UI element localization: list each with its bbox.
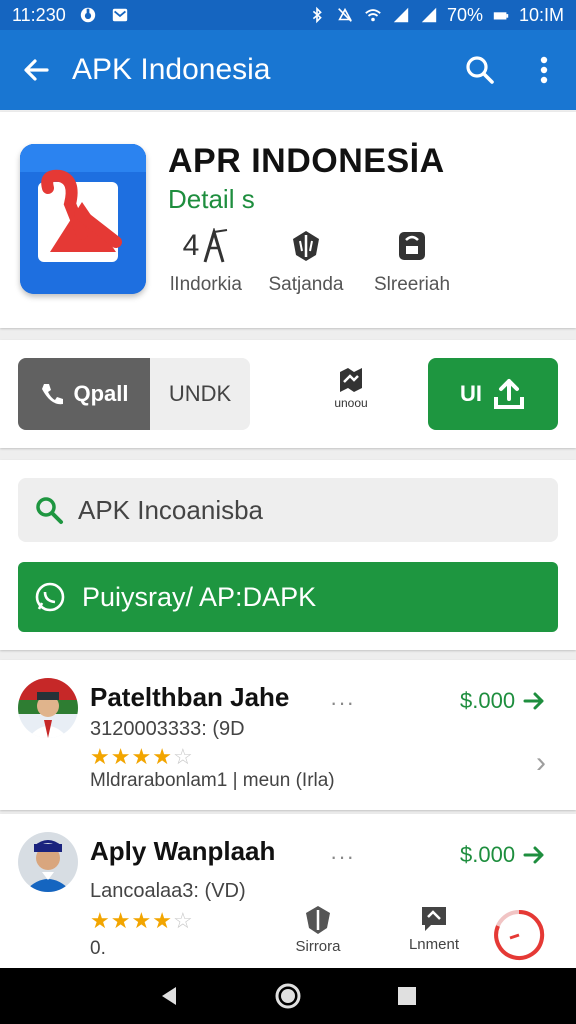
list-item-description: Mldrarabonlam1 | meun (Irla) xyxy=(90,770,335,791)
star-icon: ★ xyxy=(110,908,132,933)
comment-action-label: Lnment xyxy=(408,936,460,953)
size-icon xyxy=(397,224,427,268)
rating-value: 4 xyxy=(182,229,200,262)
list-item-description: 0. xyxy=(90,938,106,959)
page-title: APK Indonesia xyxy=(72,53,271,86)
triangle-back-icon xyxy=(162,987,177,1005)
more-vert-icon xyxy=(540,56,548,84)
list-item[interactable]: Patelthban Jahe 3120003333: (9D ★★★★☆ Ml… xyxy=(0,660,576,810)
shield-action-button[interactable]: Sirrora xyxy=(260,904,376,968)
list-item-title: Patelthban Jahe xyxy=(90,682,290,712)
mid-action-button[interactable]: unoou xyxy=(316,366,386,410)
star-icon: ★ xyxy=(90,908,111,933)
map-icon xyxy=(340,368,362,392)
mail-icon xyxy=(110,6,130,24)
wifi-icon xyxy=(363,6,383,24)
undo-segment[interactable]: UNDK xyxy=(150,358,250,430)
status-time-left: 11:230 xyxy=(12,4,66,25)
signal-icon xyxy=(419,6,439,24)
stat-rating: 4 lIndorkia xyxy=(166,224,246,296)
stat-shield: Satjanda xyxy=(266,224,346,296)
search-box[interactable] xyxy=(18,478,558,542)
system-nav-bar xyxy=(0,968,576,1024)
primary-action-label: Puiysray/ AP:DAPK xyxy=(82,581,317,612)
shield-action-label: Sirrora xyxy=(295,938,341,955)
square-recents-icon xyxy=(397,987,416,1005)
install-button[interactable]: UI xyxy=(428,358,558,430)
actions-card: Qpall UNDK unoou UI xyxy=(0,340,576,448)
list-item-subtitle: Lancoalaa3: (VD) xyxy=(90,880,246,902)
search-card: Puiysray/ AP:DAPK xyxy=(0,460,576,650)
call-segment-label: Qpall xyxy=(73,381,129,406)
search-icon xyxy=(36,497,63,524)
stat-size: Slreeriah xyxy=(370,224,454,296)
more-horiz-icon[interactable]: ··· xyxy=(330,844,355,870)
star-icon: ★ xyxy=(152,908,173,933)
app-header-card: APR INDONESİA Detail s 4 lIndorkia Satja… xyxy=(0,112,576,328)
search-button[interactable] xyxy=(448,30,512,110)
stat-label: lIndorkia xyxy=(170,274,242,295)
stat-label: Slreeriah xyxy=(373,274,451,295)
avatar xyxy=(18,678,78,738)
install-button-label: UI xyxy=(460,381,482,406)
progress-ring-icon xyxy=(492,908,546,962)
app-name: APR INDONESİA xyxy=(168,142,445,180)
chevron-right-icon[interactable]: › xyxy=(536,746,546,780)
star-icon: ★ xyxy=(131,744,153,769)
search-input[interactable] xyxy=(78,494,518,526)
arrow-right-icon xyxy=(523,846,544,864)
status-bar: 11:230 70% 10:IM xyxy=(0,0,576,30)
shield-icon xyxy=(290,224,322,268)
battery-icon xyxy=(491,6,511,24)
bluetooth-icon xyxy=(307,6,327,24)
phone-icon xyxy=(42,384,64,405)
search-icon xyxy=(466,56,494,84)
back-arrow-icon xyxy=(24,59,49,81)
app-bar: APK Indonesia xyxy=(0,30,576,110)
star-icon: ★ xyxy=(131,908,153,933)
rating-stars: ★★★★☆ xyxy=(90,744,194,770)
nav-home-button[interactable] xyxy=(268,976,308,1016)
star-icon: ★ xyxy=(90,744,111,769)
star-empty-icon: ☆ xyxy=(172,744,194,769)
star-empty-icon: ☆ xyxy=(172,908,194,933)
arrow-right-icon xyxy=(523,692,544,710)
price-link[interactable]: $.000 xyxy=(460,842,545,868)
battery-percent: 70% xyxy=(446,4,483,25)
status-time-right: 10:IM xyxy=(518,4,564,25)
list-item-subtitle: 3120003333: (9D xyxy=(90,718,245,740)
upload-icon xyxy=(494,379,524,409)
mute-icon xyxy=(335,6,355,24)
stat-label: Satjanda xyxy=(268,274,344,295)
comment-action-button[interactable]: Lnment xyxy=(376,904,492,968)
circle-home-icon xyxy=(275,983,301,1009)
segmented-control: Qpall UNDK xyxy=(18,358,250,430)
nav-recents-button[interactable] xyxy=(387,976,427,1016)
avatar xyxy=(18,832,78,892)
app-detail-link[interactable]: Detail s xyxy=(168,184,255,215)
shield-icon xyxy=(306,906,330,934)
more-horiz-icon[interactable]: ··· xyxy=(330,690,355,716)
price-value: $.000 xyxy=(460,688,516,713)
primary-action-button[interactable]: Puiysray/ AP:DAPK xyxy=(18,562,558,632)
list-item-title: Aply Wanplaah xyxy=(90,836,276,866)
price-link[interactable]: $.000 xyxy=(460,688,545,714)
back-button[interactable] xyxy=(0,30,72,110)
instagram-like-icon xyxy=(78,6,98,24)
nav-back-button[interactable] xyxy=(149,976,189,1016)
rating-icon xyxy=(203,228,228,263)
star-icon: ★ xyxy=(110,744,132,769)
price-value: $.000 xyxy=(460,842,516,867)
whatsapp-icon xyxy=(35,582,65,612)
comment-icon xyxy=(422,907,446,931)
star-icon: ★ xyxy=(152,744,173,769)
rating-stars: ★★★★☆ xyxy=(90,908,194,934)
signal-icon xyxy=(391,6,411,24)
more-options-button[interactable] xyxy=(512,30,576,110)
mid-action-label: unoou xyxy=(334,396,368,410)
call-segment[interactable]: Qpall xyxy=(18,358,150,430)
app-logo xyxy=(20,144,146,294)
